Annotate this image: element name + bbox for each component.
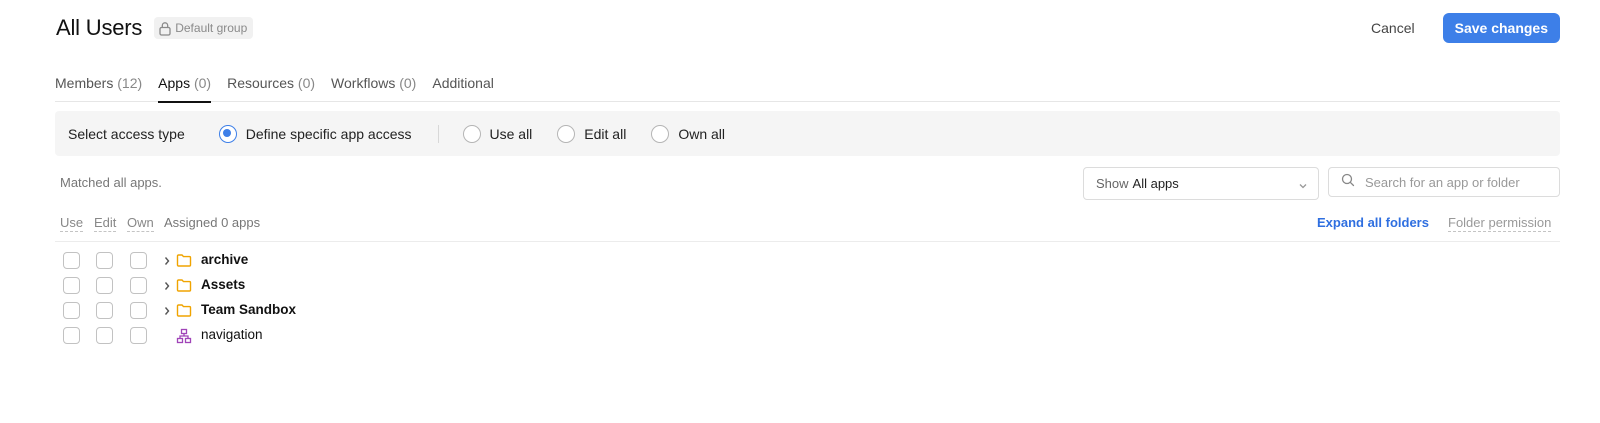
tab-count: (0) bbox=[399, 75, 417, 91]
own-column-header[interactable]: Own bbox=[127, 215, 154, 232]
tab-label: Resources bbox=[227, 75, 295, 91]
tab-count: (0) bbox=[297, 75, 316, 91]
select-prefix: Show bbox=[1096, 176, 1129, 191]
radio-button[interactable] bbox=[218, 124, 237, 143]
edit-column-header[interactable]: Edit bbox=[94, 215, 117, 232]
chevron-right-icon[interactable] bbox=[163, 279, 171, 297]
assigned-count: Assigned 0 apps bbox=[164, 215, 261, 230]
chevron-down-icon bbox=[1298, 179, 1308, 194]
tab-members[interactable]: Members (12) bbox=[55, 75, 142, 102]
lock-icon bbox=[158, 21, 172, 36]
matched-status-text: Matched all apps. bbox=[60, 175, 162, 190]
own-checkbox[interactable] bbox=[130, 277, 147, 294]
tab-additional[interactable]: Additional bbox=[432, 75, 494, 102]
tab-workflows[interactable]: Workflows (0) bbox=[331, 75, 416, 102]
item-name[interactable]: archive bbox=[201, 252, 248, 267]
folder-icon bbox=[176, 278, 192, 297]
radio-button[interactable] bbox=[557, 124, 576, 143]
access-type-label: Select access type bbox=[68, 125, 185, 142]
radio-use-all[interactable]: Use all bbox=[462, 124, 533, 143]
tab-label: Members bbox=[55, 75, 114, 91]
tab-label: Apps bbox=[158, 75, 191, 91]
select-value: All apps bbox=[1132, 176, 1179, 191]
expand-all-folders-link[interactable]: Expand all folders bbox=[1317, 215, 1429, 230]
badge-label: Default group bbox=[175, 21, 248, 35]
own-checkbox[interactable] bbox=[130, 327, 147, 344]
folder-permission-link[interactable]: Folder permission bbox=[1448, 215, 1552, 232]
radio-label: Own all bbox=[678, 125, 726, 142]
show-apps-select[interactable]: Show All apps bbox=[1083, 167, 1319, 200]
edit-checkbox[interactable] bbox=[96, 277, 113, 294]
access-type-bar: Select access type Define specific app a… bbox=[55, 111, 1560, 156]
use-checkbox[interactable] bbox=[63, 302, 80, 319]
header-actions: Cancel Save changes bbox=[1357, 13, 1560, 43]
use-column-header[interactable]: Use bbox=[60, 215, 84, 232]
default-group-badge: Default group bbox=[154, 17, 254, 39]
search-box bbox=[1328, 167, 1560, 197]
item-name[interactable]: Assets bbox=[201, 277, 245, 292]
tab-apps[interactable]: Apps (0) bbox=[158, 75, 212, 103]
item-name[interactable]: Team Sandbox bbox=[201, 302, 296, 317]
use-checkbox[interactable] bbox=[63, 252, 80, 269]
save-changes-button[interactable]: Save changes bbox=[1442, 13, 1560, 43]
use-checkbox[interactable] bbox=[63, 277, 80, 294]
own-checkbox[interactable] bbox=[130, 302, 147, 319]
edit-checkbox[interactable] bbox=[96, 327, 113, 344]
list-item: Assets bbox=[55, 274, 755, 298]
item-name[interactable]: navigation bbox=[201, 327, 263, 342]
tab-label: Additional bbox=[432, 75, 494, 91]
divider bbox=[437, 124, 439, 143]
list-item: Team Sandbox bbox=[55, 299, 755, 323]
folder-icon bbox=[176, 253, 192, 272]
use-checkbox[interactable] bbox=[63, 327, 80, 344]
radio-label: Use all bbox=[489, 125, 533, 142]
tab-count: (12) bbox=[117, 75, 143, 91]
chevron-right-icon[interactable] bbox=[163, 304, 171, 322]
search-input[interactable] bbox=[1365, 174, 1555, 190]
radio-label: Edit all bbox=[584, 125, 627, 142]
tab-resources[interactable]: Resources (0) bbox=[227, 75, 315, 102]
radio-edit-all[interactable]: Edit all bbox=[557, 124, 627, 143]
tab-label: Workflows bbox=[331, 75, 396, 91]
module-icon bbox=[176, 328, 192, 349]
radio-button[interactable] bbox=[462, 124, 481, 143]
list-item: archive bbox=[55, 249, 755, 273]
search-icon bbox=[1341, 173, 1355, 192]
page-header: All Users Default group Cancel Save chan… bbox=[56, 13, 1560, 43]
list-item: navigation bbox=[55, 324, 755, 348]
folder-icon bbox=[176, 303, 192, 322]
radio-define-specific[interactable]: Define specific app access bbox=[218, 124, 412, 143]
chevron-right-icon[interactable] bbox=[163, 254, 171, 272]
edit-checkbox[interactable] bbox=[96, 252, 113, 269]
radio-own-all[interactable]: Own all bbox=[651, 124, 726, 143]
tab-bar: Members (12) Apps (0) Resources (0) Work… bbox=[55, 75, 1560, 103]
radio-label: Define specific app access bbox=[245, 125, 412, 142]
cancel-button[interactable]: Cancel bbox=[1357, 14, 1429, 42]
edit-checkbox[interactable] bbox=[96, 302, 113, 319]
permissions-page: All Users Default group Cancel Save chan… bbox=[0, 0, 1600, 423]
tab-count: (0) bbox=[193, 75, 212, 91]
list-header: Use Edit Own Assigned 0 apps Expand all … bbox=[55, 211, 1560, 242]
page-title: All Users bbox=[56, 15, 143, 40]
radio-button[interactable] bbox=[651, 124, 670, 143]
own-checkbox[interactable] bbox=[130, 252, 147, 269]
